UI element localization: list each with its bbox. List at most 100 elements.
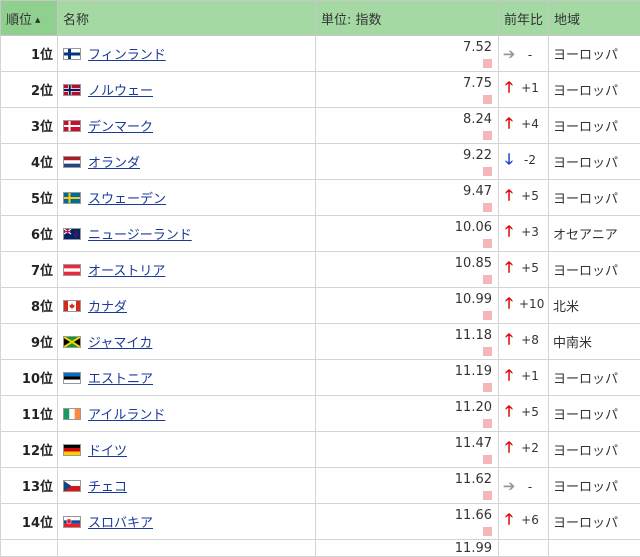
trend-up-icon: 🡑: [499, 437, 519, 462]
table-row: 4位 オランダ 9.22 🡓-2 ヨーロッパ: [1, 144, 640, 180]
value-cell: 11.18: [316, 324, 499, 360]
rank-cell: 9位: [1, 324, 58, 360]
trend-up-icon: 🡑: [499, 401, 519, 426]
table-row: 1位 フィンランド 7.52 ➔- ヨーロッパ: [1, 36, 640, 72]
trend-up-icon: 🡑: [499, 329, 519, 354]
value-bar: [483, 383, 492, 392]
change-cell: 🡑+1: [499, 360, 549, 396]
table-row: 7位 オーストリア 10.85 🡑+5 ヨーロッパ: [1, 252, 640, 288]
region-cell: オセアニア: [549, 216, 640, 252]
country-link[interactable]: ドイツ: [88, 444, 127, 459]
country-link[interactable]: ジャマイカ: [88, 336, 152, 351]
change-value: +5: [519, 405, 541, 419]
value-cell: 8.24: [316, 108, 499, 144]
table-row: 13位 チェコ 11.62 ➔- ヨーロッパ: [1, 468, 640, 504]
germany-flag-icon: [63, 444, 81, 456]
change-column-header[interactable]: 前年比: [499, 1, 549, 36]
table-row: 11位 アイルランド 11.20 🡑+5 ヨーロッパ: [1, 396, 640, 432]
region-cell: [549, 540, 640, 557]
region-cell: ヨーロッパ: [549, 360, 640, 396]
country-link[interactable]: スロバキア: [88, 516, 153, 531]
value-cell: 11.62: [316, 468, 499, 504]
austria-flag-icon: [63, 264, 81, 276]
sort-ascending-icon: ▲: [35, 16, 40, 24]
value-bar: [483, 491, 492, 500]
country-cell: ジャマイカ: [58, 324, 316, 360]
region-column-header[interactable]: 地域: [549, 1, 640, 36]
value-number: 10.85: [316, 256, 492, 271]
value-number: 7.52: [316, 40, 492, 55]
country-link[interactable]: ニュージーランド: [88, 228, 192, 243]
table-row: 6位 ニュージーランド 10.06 🡑+3 オセアニア: [1, 216, 640, 252]
value-number: 7.75: [316, 76, 492, 91]
value-cell: 7.75: [316, 72, 499, 108]
value-column-header[interactable]: 単位: 指数: [316, 1, 499, 36]
table-row: 12位 ドイツ 11.47 🡑+2 ヨーロッパ: [1, 432, 640, 468]
value-number: 8.24: [316, 112, 492, 127]
value-number: 11.99: [316, 541, 492, 556]
region-cell: ヨーロッパ: [549, 468, 640, 504]
change-value: +1: [519, 369, 541, 383]
country-link[interactable]: フィンランド: [88, 48, 166, 63]
region-cell: ヨーロッパ: [549, 432, 640, 468]
change-cell: 🡑+1: [499, 72, 549, 108]
country-cell: ノルウェー: [58, 72, 316, 108]
country-link[interactable]: デンマーク: [88, 120, 153, 135]
estonia-flag-icon: [63, 372, 81, 384]
table-row: 8位 カナダ 10.99 🡑+10 北米: [1, 288, 640, 324]
country-link[interactable]: アイルランド: [88, 408, 165, 423]
change-value: +1: [519, 81, 541, 95]
change-cell: 🡑+2: [499, 432, 549, 468]
value-cell: 9.47: [316, 180, 499, 216]
table-row: 5位 スウェーデン 9.47 🡑+5 ヨーロッパ: [1, 180, 640, 216]
country-cell: オランダ: [58, 144, 316, 180]
change-cell: ➔-: [499, 468, 549, 504]
change-cell: 🡓-2: [499, 144, 549, 180]
trend-up-icon: 🡑: [499, 77, 519, 102]
country-link[interactable]: ノルウェー: [88, 84, 153, 99]
value-bar: [483, 347, 492, 356]
table-row: 3位 デンマーク 8.24 🡑+4 ヨーロッパ: [1, 108, 640, 144]
value-cell: 11.20: [316, 396, 499, 432]
value-cell: 11.19: [316, 360, 499, 396]
country-cell: スウェーデン: [58, 180, 316, 216]
trend-up-icon: 🡑: [499, 365, 519, 390]
change-cell: 🡑+5: [499, 180, 549, 216]
canada-flag-icon: [63, 300, 81, 312]
country-cell: スロバキア: [58, 504, 316, 540]
rank-cell: 4位: [1, 144, 58, 180]
trend-up-icon: 🡑: [499, 257, 519, 282]
name-column-header[interactable]: 名称: [58, 1, 316, 36]
value-number: 11.19: [316, 364, 492, 379]
value-cell: 10.99: [316, 288, 499, 324]
rank-column-header[interactable]: 順位▲: [1, 1, 58, 36]
country-link[interactable]: カナダ: [88, 300, 127, 315]
region-cell: ヨーロッパ: [549, 72, 640, 108]
value-bar: [483, 95, 492, 104]
country-cell: チェコ: [58, 468, 316, 504]
change-value: +10: [519, 297, 541, 311]
country-link[interactable]: スウェーデン: [88, 192, 166, 207]
country-link[interactable]: オランダ: [88, 156, 140, 171]
change-cell: 🡑+5: [499, 396, 549, 432]
country-link[interactable]: エストニア: [88, 372, 153, 387]
change-value: +5: [519, 189, 541, 203]
change-value: +6: [519, 513, 541, 527]
rank-cell: 7位: [1, 252, 58, 288]
value-number: 10.99: [316, 292, 492, 307]
change-cell: 🡑+6: [499, 504, 549, 540]
table-row: 9位 ジャマイカ 11.18 🡑+8 中南米: [1, 324, 640, 360]
country-cell: ドイツ: [58, 432, 316, 468]
country-link[interactable]: オーストリア: [88, 264, 165, 279]
value-cell: 10.06: [316, 216, 499, 252]
value-bar: [483, 311, 492, 320]
region-cell: ヨーロッパ: [549, 36, 640, 72]
value-number: 9.47: [316, 184, 492, 199]
country-link[interactable]: チェコ: [88, 480, 127, 495]
change-cell: 🡑+4: [499, 108, 549, 144]
region-cell: 中南米: [549, 324, 640, 360]
table-row: 10位 エストニア 11.19 🡑+1 ヨーロッパ: [1, 360, 640, 396]
rank-cell: 13位: [1, 468, 58, 504]
trend-down-icon: 🡓: [499, 149, 519, 174]
rank-cell: 2位: [1, 72, 58, 108]
